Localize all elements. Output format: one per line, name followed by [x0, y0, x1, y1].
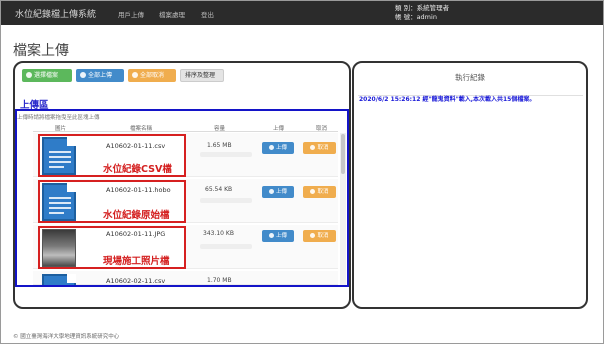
footer-copyright: © 國立臺灣海洋大學地理資訊系統研究中心: [13, 334, 120, 340]
cancel-all-label: 全部取消: [140, 72, 165, 79]
cancel-icon: [132, 72, 138, 78]
upload-all-label: 全部上傳: [88, 72, 113, 79]
nav-file-processing[interactable]: 檔案處理: [159, 9, 185, 19]
upload-icon: [268, 233, 274, 238]
row-size: 343.10 KB: [203, 230, 234, 237]
cancel-icon: [310, 189, 316, 194]
row-progress-bar: [200, 244, 252, 249]
user-role: 類 別：系統管理者: [395, 4, 450, 12]
row-filename: A10602-01-11.csv: [106, 142, 166, 150]
upload-icon: [268, 145, 274, 150]
row-progress-bar: [200, 152, 252, 157]
row-size: 1.65 MB: [207, 142, 232, 149]
row-upload-label: 上傳: [275, 233, 287, 239]
upload-icon: [80, 72, 86, 78]
sort-arrange-button[interactable]: 排序及整理: [180, 69, 224, 82]
row-filename: A10602-01-11.JPG: [106, 230, 166, 238]
nav-user-upload[interactable]: 用戶上傳: [118, 9, 144, 19]
row-upload-label: 上傳: [275, 145, 287, 151]
table-header-divider: [33, 131, 338, 132]
photo-thumbnail: [42, 229, 76, 267]
select-files-label: 選擇檔案: [34, 72, 59, 79]
plus-icon: [26, 72, 32, 78]
row-size: 1.70 MB: [207, 277, 232, 284]
select-files-button[interactable]: 選擇檔案: [22, 69, 72, 82]
row-progress-bar: [200, 198, 252, 203]
top-navbar: 水位紀錄檔上傳系統 用戶上傳 檔案處理 登出 類 別：系統管理者 帳 號：adm…: [1, 1, 603, 25]
document-icon: [42, 137, 76, 175]
row-annotation: 現場施工照片檔: [103, 256, 170, 267]
row-cancel-label: 取消: [317, 145, 329, 151]
row-cancel-button[interactable]: 取消: [303, 230, 336, 242]
row-size: 65.54 KB: [205, 186, 233, 193]
upload-icon: [268, 189, 274, 194]
upload-all-button[interactable]: 全部上傳: [76, 69, 124, 82]
cancel-icon: [310, 233, 316, 238]
scrollbar-thumb[interactable]: [341, 134, 345, 174]
row-filename: A10602-02-11.csv: [106, 277, 166, 285]
table-row: [33, 271, 338, 285]
log-panel-title: 執行紀錄: [455, 73, 485, 82]
row-upload-button[interactable]: 上傳: [262, 186, 294, 198]
user-info: 類 別：系統管理者 帳 號：admin: [395, 4, 449, 22]
nav-logout[interactable]: 登出: [201, 9, 214, 19]
user-account: 帳 號：admin: [395, 13, 437, 21]
sort-arrange-label: 排序及整理: [185, 72, 216, 79]
log-entry: 2020/6/2 15:26:12 經"龍鬼資料"載入,本次載入共15個檔案。: [359, 96, 536, 103]
upload-hint: 上傳時請將檔案拖曳至此區塊上傳: [17, 115, 100, 121]
cancel-all-button[interactable]: 全部取消: [128, 69, 176, 82]
row-upload-button[interactable]: 上傳: [262, 230, 294, 242]
row-filename: A10602-01-11.hobo: [106, 186, 171, 194]
row-cancel-label: 取消: [317, 233, 329, 239]
row-annotation: 水位紀錄原始檔: [103, 210, 170, 221]
document-icon: [42, 183, 76, 221]
app-brand[interactable]: 水位紀錄檔上傳系統: [15, 7, 96, 20]
cancel-icon: [310, 145, 316, 150]
row-cancel-label: 取消: [317, 189, 329, 195]
row-upload-label: 上傳: [275, 189, 287, 195]
document-icon: [42, 274, 76, 285]
row-cancel-button[interactable]: 取消: [303, 186, 336, 198]
row-upload-button[interactable]: 上傳: [262, 142, 294, 154]
row-annotation: 水位紀錄CSV檔: [103, 164, 172, 175]
row-cancel-button[interactable]: 取消: [303, 142, 336, 154]
page-title: 檔案上傳: [13, 43, 69, 59]
